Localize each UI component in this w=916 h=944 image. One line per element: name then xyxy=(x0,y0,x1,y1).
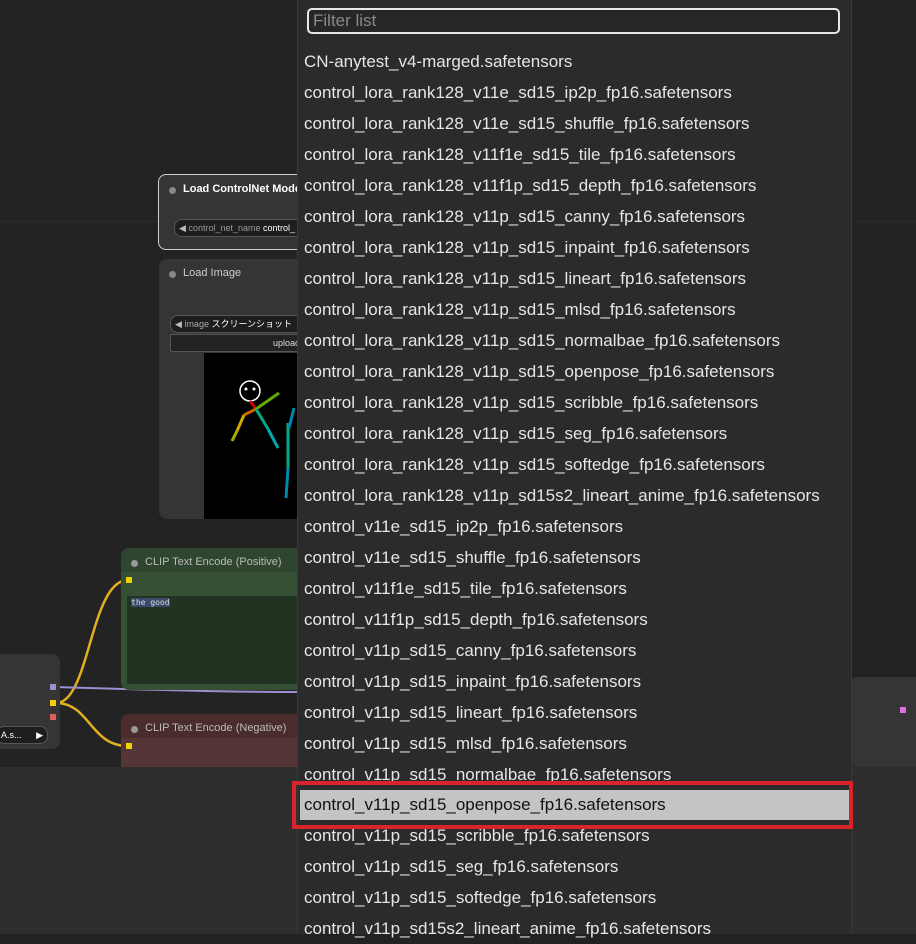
list-item[interactable]: control_lora_rank128_v11p_sd15_openpose_… xyxy=(298,356,851,387)
checkpoint-loader-node[interactable]: A.s... ▶ xyxy=(0,654,60,749)
openpose-skeleton-image xyxy=(230,380,296,499)
load-image-node[interactable]: Load Image ◀ image スクリーンショット upload xyxy=(159,259,309,519)
widget-label: image xyxy=(184,319,209,329)
node-title: CLIP Text Encode (Positive) xyxy=(145,556,282,568)
node-title: Load Image xyxy=(183,267,242,279)
list-item[interactable]: control_v11p_sd15_mlsd_fp16.safetensors xyxy=(298,728,851,759)
widget-label: control_net_name xyxy=(188,223,261,233)
wire-clip-negative xyxy=(55,701,129,748)
clip-output-slot[interactable] xyxy=(50,700,56,706)
list-item[interactable]: control_lora_rank128_v11p_sd15_normalbae… xyxy=(298,325,851,356)
list-item[interactable]: control_lora_rank128_v11p_sd15_scribble_… xyxy=(298,387,851,418)
widget-value: control_ xyxy=(263,223,296,233)
clip-input-slot[interactable] xyxy=(126,743,132,749)
node-collapse-dot[interactable] xyxy=(169,187,176,194)
model-output-slot[interactable] xyxy=(50,684,56,690)
node-collapse-dot[interactable] xyxy=(131,726,138,733)
list-item[interactable]: control_lora_rank128_v11p_sd15s2_lineart… xyxy=(298,480,851,511)
wire-clip-positive xyxy=(55,578,129,705)
node-collapse-dot[interactable] xyxy=(131,560,138,567)
list-item[interactable]: control_v11p_sd15_softedge_fp16.safetens… xyxy=(298,882,851,913)
list-item[interactable]: control_v11e_sd15_shuffle_fp16.safetenso… xyxy=(298,542,851,573)
widget-value: A.s... xyxy=(1,730,22,740)
clip-text-encode-negative-node[interactable]: CLIP Text Encode (Negative) xyxy=(121,714,306,774)
list-item[interactable]: control_v11p_sd15s2_lineart_anime_fp16.s… xyxy=(298,913,851,944)
list-item[interactable]: control_lora_rank128_v11e_sd15_shuffle_f… xyxy=(298,108,851,139)
checkpoint-widget[interactable]: A.s... ▶ xyxy=(0,726,48,744)
load-controlnet-node[interactable]: Load ControlNet Model ◀ control_net_name… xyxy=(158,174,320,250)
chevron-right-icon[interactable]: ▶ xyxy=(36,727,43,743)
list-item[interactable]: CN-anytest_v4-marged.safetensors xyxy=(298,46,851,77)
clip-input-slot[interactable] xyxy=(126,577,132,583)
prompt-text: the good xyxy=(131,598,170,607)
list-item[interactable]: control_v11e_sd15_ip2p_fp16.safetensors xyxy=(298,511,851,542)
image-select-widget[interactable]: ◀ image スクリーンショット xyxy=(170,315,307,333)
list-item[interactable]: control_lora_rank128_v11p_sd15_lineart_f… xyxy=(298,263,851,294)
ksampler-node[interactable] xyxy=(850,677,916,767)
list-item[interactable]: control_v11p_sd15_lineart_fp16.safetenso… xyxy=(298,697,851,728)
image-preview xyxy=(204,353,309,519)
output-slot[interactable] xyxy=(900,707,906,713)
control-net-name-widget[interactable]: ◀ control_net_name control_ xyxy=(174,219,316,237)
chevron-left-icon[interactable]: ◀ xyxy=(171,319,182,329)
list-item[interactable]: control_v11p_sd15_canny_fp16.safetensors xyxy=(298,635,851,666)
list-item[interactable]: control_lora_rank128_v11p_sd15_inpaint_f… xyxy=(298,232,851,263)
selection-highlight-annotation xyxy=(292,781,853,829)
clip-text-encode-positive-node[interactable]: CLIP Text Encode (Positive) the good xyxy=(121,548,306,690)
list-item[interactable]: control_lora_rank128_v11f1e_sd15_tile_fp… xyxy=(298,139,851,170)
prompt-textarea[interactable]: the good xyxy=(127,596,303,684)
list-item[interactable]: control_v11f1e_sd15_tile_fp16.safetensor… xyxy=(298,573,851,604)
list-item[interactable]: control_lora_rank128_v11p_sd15_seg_fp16.… xyxy=(298,418,851,449)
list-item[interactable]: control_lora_rank128_v11p_sd15_canny_fp1… xyxy=(298,201,851,232)
list-item[interactable]: control_lora_rank128_v11p_sd15_softedge_… xyxy=(298,449,851,480)
node-collapse-dot[interactable] xyxy=(169,271,176,278)
vae-output-slot[interactable] xyxy=(50,714,56,720)
node-title: Load ControlNet Model xyxy=(183,183,304,195)
list-item[interactable]: control_v11p_sd15_seg_fp16.safetensors xyxy=(298,851,851,882)
filter-list-input[interactable] xyxy=(307,8,840,34)
list-item[interactable]: control_lora_rank128_v11p_sd15_mlsd_fp16… xyxy=(298,294,851,325)
list-item[interactable]: control_v11f1p_sd15_depth_fp16.safetenso… xyxy=(298,604,851,635)
widget-value: スクリーンショット xyxy=(211,319,293,329)
chevron-left-icon[interactable]: ◀ xyxy=(175,223,186,233)
list-item[interactable]: control_v11p_sd15_inpaint_fp16.safetenso… xyxy=(298,666,851,697)
list-item[interactable]: control_lora_rank128_v11e_sd15_ip2p_fp16… xyxy=(298,77,851,108)
upload-button[interactable]: upload xyxy=(170,334,307,352)
list-item[interactable]: control_lora_rank128_v11f1p_sd15_depth_f… xyxy=(298,170,851,201)
node-title: CLIP Text Encode (Negative) xyxy=(145,722,287,734)
